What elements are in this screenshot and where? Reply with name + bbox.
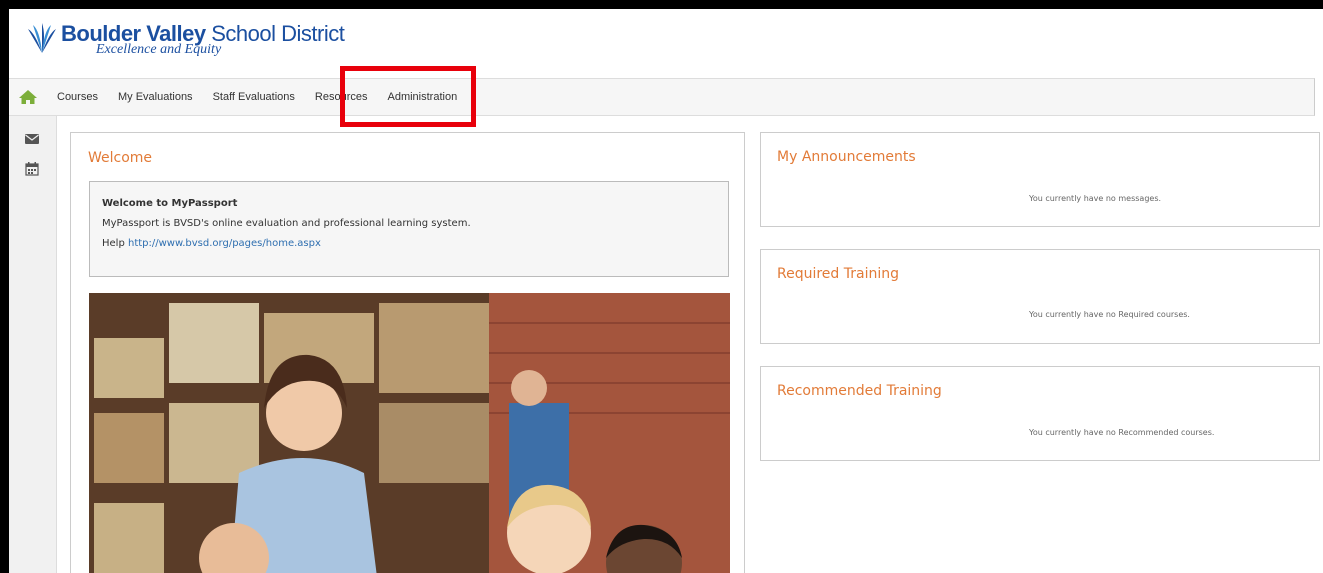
help-link[interactable]: http://www.bvsd.org/pages/home.aspx [128,238,321,249]
mail-icon[interactable] [25,132,39,146]
help-line: Help http://www.bvsd.org/pages/home.aspx [102,238,321,249]
nav-my-evaluations[interactable]: My Evaluations [118,91,193,103]
welcome-panel: Welcome Welcome to MyPassport MyPassport… [70,132,745,573]
classroom-photo [89,293,730,573]
required-training-message: You currently have no Required courses. [1029,310,1190,319]
leaf-logo-icon [28,23,56,53]
calendar-icon[interactable] [25,162,39,176]
main-nav: Courses My Evaluations Staff Evaluations… [9,78,1315,116]
announcements-message: You currently have no messages. [1029,194,1162,203]
welcome-box: Welcome to MyPassport MyPassport is BVSD… [89,181,729,277]
welcome-box-title: Welcome to MyPassport [102,198,238,209]
welcome-title: Welcome [88,150,153,166]
app-frame: Boulder Valley School District Excellenc… [9,9,1323,573]
recommended-training-panel: Recommended Training You currently have … [760,366,1320,461]
site-header: Boulder Valley School District Excellenc… [9,9,1323,78]
highlight-box [340,66,476,127]
district-logo[interactable]: Boulder Valley School District Excellenc… [25,23,345,57]
announcements-panel: My Announcements You currently have no m… [760,132,1320,227]
nav-courses[interactable]: Courses [57,91,98,103]
nav-staff-evaluations[interactable]: Staff Evaluations [213,91,295,103]
recommended-training-message: You currently have no Recommended course… [1029,428,1215,437]
recommended-training-title: Recommended Training [777,383,942,399]
required-training-panel: Required Training You currently have no … [760,249,1320,344]
left-sidebar [9,116,57,573]
welcome-box-text: MyPassport is BVSD's online evaluation a… [102,218,471,229]
announcements-title: My Announcements [777,149,916,165]
home-icon[interactable] [18,89,38,105]
required-training-title: Required Training [777,266,900,282]
